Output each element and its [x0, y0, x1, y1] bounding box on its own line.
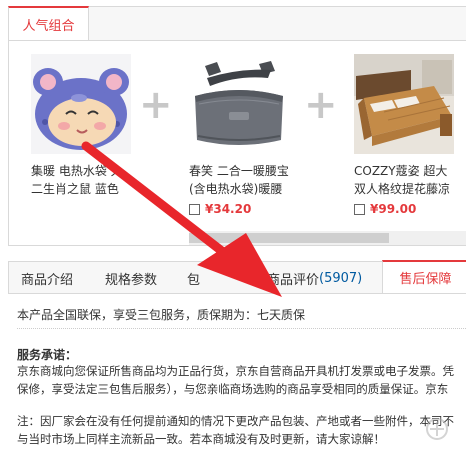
- warranty-statement: 本产品全国联保，享受三包服务，质保期为：七天质保: [17, 308, 306, 322]
- combo-scrollbar-thumb[interactable]: [189, 233, 389, 243]
- plus-icon: +: [139, 82, 173, 128]
- combo-product-2-name[interactable]: 春笑 二合一暖腰宝 (含电热水袋)暖腰: [189, 162, 307, 198]
- divider: [17, 328, 466, 329]
- combo-product-3-checkbox[interactable]: [354, 203, 365, 215]
- waist-warmer-belt-image[interactable]: [189, 54, 289, 154]
- tab-product-intro[interactable]: 商品介绍: [21, 262, 73, 294]
- blue-mouse-hot-water-bag-image[interactable]: [31, 54, 131, 154]
- combo-product-2-checkbox[interactable]: [189, 203, 200, 215]
- tab-after-sales[interactable]: 售后保障: [382, 260, 466, 293]
- tab-reviews[interactable]: 商品评价 (5907): [267, 262, 362, 294]
- popular-combo-panel: 人气组合 集暖 电热水袋 大 二生肖之鼠 蓝色 + 春笑 二合一暖腰宝 (含电热…: [8, 6, 466, 246]
- bed-with-rattan-mat-image[interactable]: [354, 54, 454, 154]
- packaging-notice-text: 注：因厂家会在没有任何提前通知的情况下更改产品包装、产地或者一些附件，本司不 与…: [17, 414, 454, 446]
- review-count: (5907): [319, 270, 363, 286]
- service-commitment-text: 京东商城向您保证所售商品均为正品行货，京东自营商品开具机打发票或电子发票。凭 保…: [17, 364, 454, 396]
- combo-product-1-name[interactable]: 集暖 电热水袋 大 二生肖之鼠 蓝色: [31, 162, 149, 198]
- combo-scrollbar[interactable]: [189, 231, 466, 245]
- tab-specifications[interactable]: 规格参数: [105, 262, 157, 294]
- combo-product-3-name[interactable]: COZZY蔻姿 超大 双人格纹提花藤凉: [354, 162, 466, 198]
- combo-product-3-price: ¥99.00: [370, 202, 417, 216]
- tab-popular-combo[interactable]: 人气组合: [8, 6, 89, 40]
- combo-tab-bar: 人气组合: [8, 6, 466, 41]
- site-watermark: [410, 418, 464, 454]
- watermark-logo-icon: [426, 418, 448, 440]
- tab-packing-list[interactable]: 包: [187, 262, 200, 294]
- service-commitment-title: 服务承诺：: [17, 348, 78, 362]
- product-detail-tabs: 商品介绍 规格参数 包 商品评价 (5907) 售后保障: [8, 260, 466, 294]
- tab-reviews-label: 商品评价: [267, 272, 320, 288]
- plus-icon: +: [304, 82, 338, 128]
- combo-product-2-price: ¥34.20: [205, 202, 252, 216]
